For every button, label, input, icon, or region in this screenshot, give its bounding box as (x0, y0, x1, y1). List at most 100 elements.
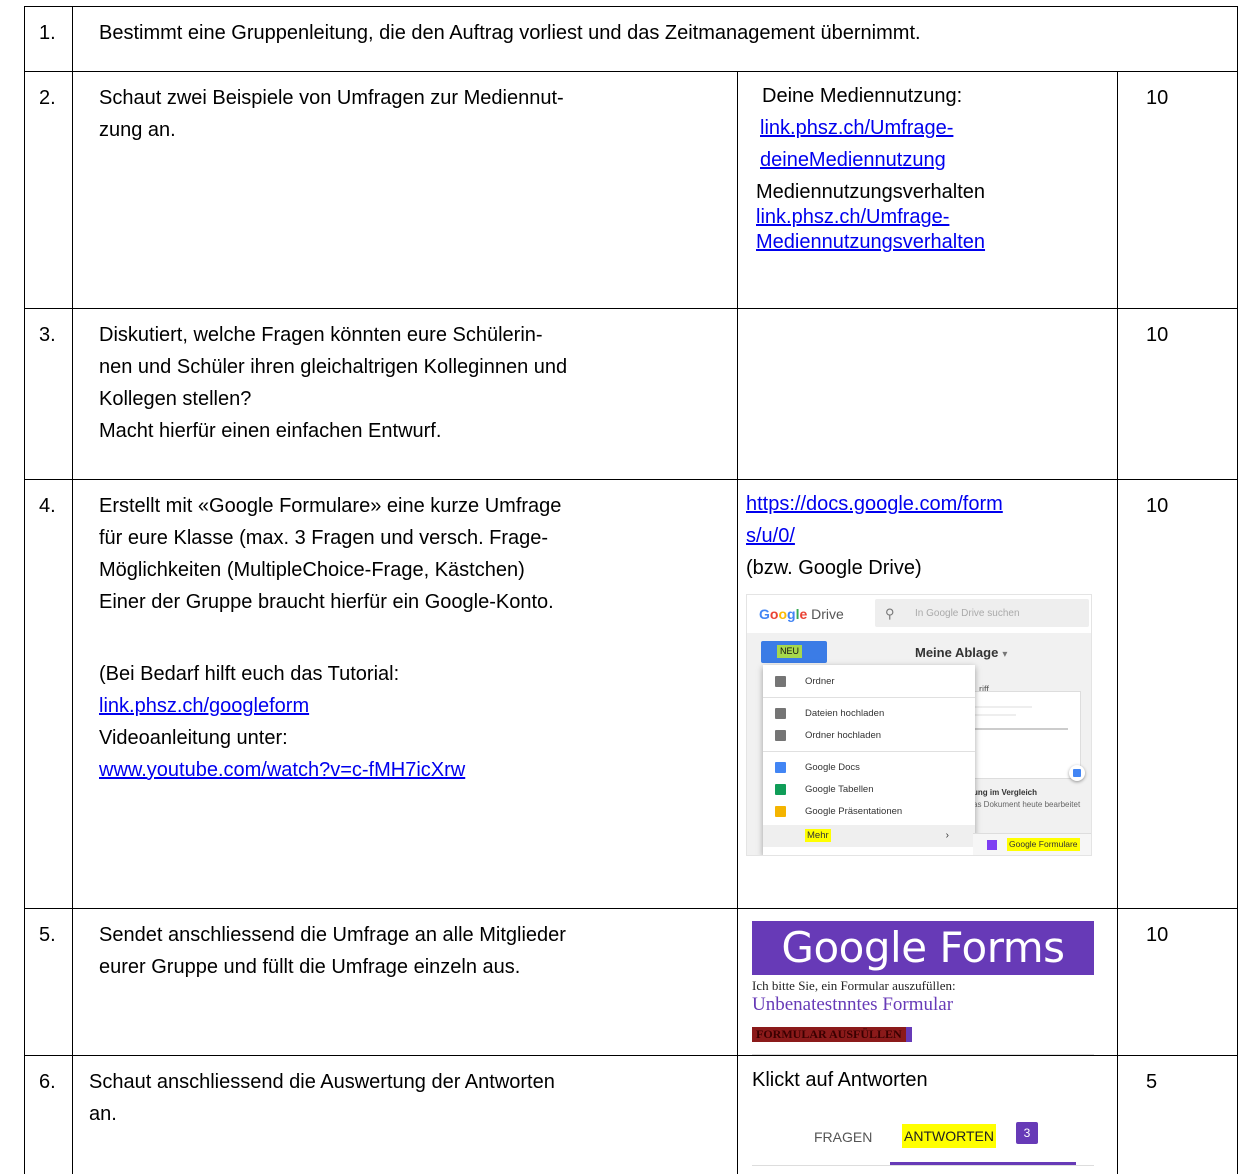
invitation-text: Ich bitte Sie, ein Formular auszufüllen: (752, 978, 1094, 994)
step-minutes: 5 (1118, 1056, 1238, 1174)
task-row-6: 6. Schaut anschliessend die Auswertung d… (25, 1056, 1238, 1174)
step-minutes: 10 (1118, 309, 1238, 480)
tutorial-link[interactable]: link.phsz.ch/googleform (99, 695, 309, 717)
my-drive-title[interactable]: Meine Ablage▾ (915, 643, 1007, 664)
step-text: nen und Schüler ihren gleichaltrigen Kol… (99, 351, 725, 383)
fill-form-button[interactable]: FORMULAR AUSFÜLLEN (752, 1027, 912, 1042)
menu-item-upload-folder[interactable]: Ordner hochladen (763, 725, 975, 747)
docs-icon (775, 762, 786, 773)
step-resources: Klickt auf Antworten FRAGEN ANTWORTEN 3 (738, 1056, 1118, 1174)
step-number: 6. (25, 1056, 73, 1174)
step-minutes: 10 (1118, 480, 1238, 909)
menu-item-google-slides[interactable]: Google Präsentationen (763, 801, 975, 823)
menu-item-label: Ordner (805, 671, 835, 693)
drive-note: (bzw. Google Drive) (746, 552, 1109, 584)
chevron-down-icon: ▾ (1002, 649, 1007, 660)
folder-upload-icon (775, 730, 786, 741)
step-number: 1. (25, 7, 73, 72)
step-text: Sendet anschliessend die Umfrage an alle… (99, 919, 725, 951)
docs-icon (1069, 765, 1085, 781)
drive-search-input[interactable]: ⚲ In Google Drive suchen (875, 599, 1089, 627)
form-title: Unbenatestnntes Formular (752, 994, 1094, 1016)
tab-questions[interactable]: FRAGEN (814, 1126, 872, 1148)
menu-item-folder[interactable]: Ordner (763, 671, 975, 693)
google-forms-link-cont[interactable]: s/u/0/ (746, 525, 795, 547)
menu-item-more[interactable]: Mehr› (763, 825, 975, 847)
slides-icon (775, 806, 786, 817)
step-text: Einer der Gruppe braucht hierfür ein Goo… (99, 586, 725, 618)
step-text: eurer Gruppe und füllt die Umfrage einze… (99, 951, 725, 983)
resource-label: Klickt auf Antworten (752, 1064, 1109, 1096)
submenu-item-label: Google Formulare (1007, 838, 1080, 851)
task-row-1: 1. Bestimmt eine Gruppenleitung, die den… (25, 7, 1238, 72)
step-description: Diskutiert, welche Fragen könnten eure S… (73, 309, 738, 480)
step-text: Diskutiert, welche Fragen könnten eure S… (99, 319, 725, 351)
new-button-label: NEU (777, 645, 802, 658)
answers-count-badge: 3 (1016, 1122, 1038, 1144)
menu-item-google-docs[interactable]: Google Docs (763, 757, 975, 779)
step-number: 2. (25, 72, 73, 309)
tutorial-intro: (Bei Bedarf hilft euch das Tutorial: (99, 658, 725, 690)
video-label: Videoanleitung unter: (99, 722, 725, 754)
step-text: Bestimmt eine Gruppenleitung, die den Au… (99, 17, 1225, 49)
drive-topbar: Google Drive ⚲ In Google Drive suchen (747, 595, 1091, 633)
google-wordmark: Google (759, 606, 807, 622)
step-text: Schaut zwei Beispiele von Umfragen zur M… (99, 82, 725, 114)
survey-link-verhalten[interactable]: link.phsz.ch/Umfrage- (756, 206, 949, 228)
task-row-3: 3. Diskutiert, welche Fragen könnten eur… (25, 309, 1238, 480)
step-number: 3. (25, 309, 73, 480)
step-resources: Google Forms Ich bitte Sie, ein Formular… (738, 909, 1118, 1056)
menu-item-label: Google Tabellen (805, 779, 874, 801)
new-menu: Ordner Dateien hochladen Ordner hochlade… (763, 665, 975, 855)
partial-text: as Dokument heute bearbeitet (973, 799, 1080, 812)
step-resources (738, 309, 1118, 480)
forms-icon (987, 840, 997, 850)
survey-link-verhalten-cont[interactable]: Mediennutzungsverhalten (756, 231, 985, 253)
google-drive-screenshot: Google Drive ⚲ In Google Drive suchen NE… (746, 594, 1092, 856)
tab-answers[interactable]: ANTWORTEN (902, 1124, 996, 1148)
step-description: Sendet anschliessend die Umfrage an alle… (73, 909, 738, 1056)
step-text: Erstellt mit «Google Formulare» eine kur… (99, 490, 725, 522)
step-text: Kollegen stellen? (99, 383, 725, 415)
step-minutes: 10 (1118, 72, 1238, 309)
partial-text: ung im Vergleich (973, 787, 1037, 800)
step-text: Macht hierfür einen einfachen Entwurf. (99, 415, 725, 447)
survey-link-mediennutzung-cont[interactable]: deineMediennutzung (760, 149, 946, 171)
step-resources: https://docs.google.com/form s/u/0/ (bzw… (738, 480, 1118, 909)
submenu-item-google-forms[interactable]: Google Formulare (973, 833, 1091, 856)
step-text: Möglichkeiten (MultipleChoice-Frage, Käs… (99, 554, 725, 586)
chevron-right-icon: › (946, 825, 949, 847)
step-description: Schaut anschliessend die Auswertung der … (73, 1056, 738, 1174)
search-icon: ⚲ (885, 604, 895, 625)
google-forms-banner: Google Forms (752, 921, 1094, 975)
task-row-4: 4. Erstellt mit «Google Formulare» eine … (25, 480, 1238, 909)
step-text: zung an. (99, 114, 725, 146)
survey-link-mediennutzung[interactable]: link.phsz.ch/Umfrage- (760, 117, 953, 139)
task-row-2: 2. Schaut zwei Beispiele von Umfragen zu… (25, 72, 1238, 309)
resource-label: Mediennutzungsverhalten (756, 180, 1109, 205)
document-preview-card (961, 691, 1081, 779)
step-description: Bestimmt eine Gruppenleitung, die den Au… (73, 7, 1238, 72)
menu-item-label: Ordner hochladen (805, 725, 881, 747)
step-text: an. (89, 1098, 725, 1130)
step-description: Schaut zwei Beispiele von Umfragen zur M… (73, 72, 738, 309)
drive-logo: Google Drive (759, 603, 844, 625)
menu-item-label: Dateien hochladen (805, 703, 884, 725)
google-forms-email-screenshot: Google Forms Ich bitte Sie, ein Formular… (752, 921, 1094, 1055)
task-table: 1. Bestimmt eine Gruppenleitung, die den… (24, 6, 1238, 1174)
sheets-icon (775, 784, 786, 795)
google-forms-link[interactable]: https://docs.google.com/form (746, 493, 1003, 515)
new-button[interactable]: NEU (761, 641, 827, 663)
step-number: 5. (25, 909, 73, 1056)
resource-label: Deine Mediennutzung: (756, 80, 1109, 112)
step-number: 4. (25, 480, 73, 909)
drive-wordmark: Drive (811, 606, 844, 622)
menu-item-upload-files[interactable]: Dateien hochladen (763, 703, 975, 725)
menu-item-label: Google Präsentationen (805, 801, 902, 823)
search-placeholder: In Google Drive suchen (915, 606, 1020, 622)
video-link[interactable]: www.youtube.com/watch?v=c-fMH7icXrw (99, 759, 465, 781)
step-resources: Deine Mediennutzung: link.phsz.ch/Umfrag… (738, 72, 1118, 309)
file-upload-icon (775, 708, 786, 719)
folder-icon (775, 676, 786, 687)
menu-item-google-sheets[interactable]: Google Tabellen (763, 779, 975, 801)
